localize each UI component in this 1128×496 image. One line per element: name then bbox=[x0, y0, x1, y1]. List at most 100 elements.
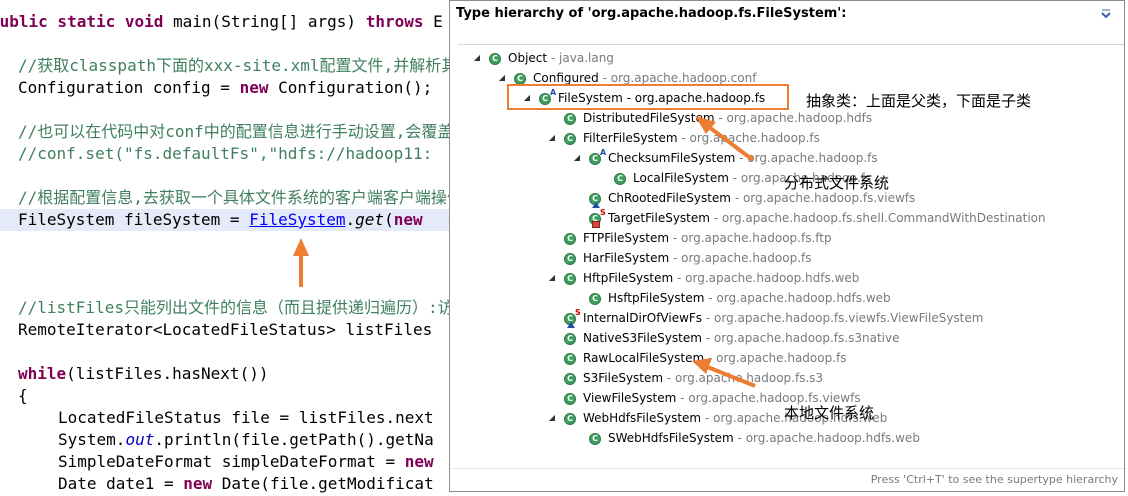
code-keyword: new bbox=[404, 452, 434, 471]
code-comment: //listFiles只能列出文件的信息（而且提供递归遍历）:访问 bbox=[18, 298, 470, 317]
package-visibility-icon bbox=[592, 201, 600, 208]
class-name: HftpFileSystem bbox=[583, 271, 674, 285]
class-icon bbox=[613, 172, 627, 186]
code-text: main(String[] args) bbox=[163, 12, 366, 31]
package-name: - org.apache.hadoop.fs.viewfs.ViewFileSy… bbox=[702, 311, 984, 325]
class-name: FTPFileSystem bbox=[583, 231, 670, 245]
package-name: - java.lang bbox=[547, 51, 614, 65]
class-name: ChecksumFileSystem bbox=[608, 151, 736, 165]
class-name: Object bbox=[508, 51, 548, 65]
code-method: get bbox=[355, 210, 385, 229]
package-name: - org.apache.hadoop.hdfs bbox=[714, 111, 873, 125]
class-icon bbox=[563, 232, 577, 246]
package-name: - org.apache.hadoop.fs.viewfs bbox=[731, 191, 916, 205]
code-text: Configuration(); bbox=[268, 78, 433, 97]
expand-arrow-icon[interactable]: ◢ bbox=[497, 73, 507, 83]
class-name: HarFileSystem bbox=[583, 251, 670, 265]
package-name: - org.apache.hadoop.fs.ftp bbox=[669, 231, 832, 245]
class-icon bbox=[488, 52, 502, 66]
expand-arrow-icon[interactable]: ◢ bbox=[547, 273, 557, 283]
tree-node[interactable]: S3FileSystem - org.apache.hadoop.fs.s3 bbox=[563, 369, 823, 387]
tree-node[interactable]: SWebHdfsFileSystem - org.apache.hadoop.h… bbox=[588, 429, 920, 447]
expand-arrow-icon[interactable]: ◢ bbox=[572, 153, 582, 163]
code-line: LocatedFileStatus file = listFiles.next bbox=[58, 408, 434, 427]
tree-node[interactable]: FTPFileSystem - org.apache.hadoop.fs.ftp bbox=[563, 229, 832, 247]
code-comment: //获取classpath下面的xxx-site.xml配置文件,并解析其 bbox=[18, 56, 458, 75]
class-name: WebHdfsFileSystem bbox=[583, 411, 702, 425]
chevron-down-icon[interactable] bbox=[1098, 7, 1114, 21]
class-name: DistributedFileSystem bbox=[583, 111, 715, 125]
class-name: InternalDirOfViewFs bbox=[583, 311, 703, 325]
package-visibility-icon bbox=[567, 321, 575, 328]
highlight-box bbox=[507, 84, 789, 110]
code-comment: //也可以在代码中对conf中的配置信息进行手动设置,会覆盖掉 bbox=[18, 122, 470, 141]
class-icon bbox=[563, 352, 577, 366]
class-icon bbox=[563, 112, 577, 126]
package-name: - org.apache.hadoop.hdfs.web bbox=[733, 431, 920, 445]
code-text: Date date1 = bbox=[58, 474, 184, 493]
code-line: while(listFiles.hasNext()) bbox=[18, 363, 268, 385]
package-name: - org.apache.hadoop.fs.s3native bbox=[701, 331, 900, 345]
tree-node[interactable]: ◢ FilterFileSystem - org.apache.hadoop.fs bbox=[549, 129, 820, 147]
class-name: HsftpFileSystem bbox=[608, 291, 705, 305]
expand-arrow-icon[interactable]: ◢ bbox=[547, 413, 557, 423]
code-text: (listFiles.hasNext()) bbox=[66, 364, 269, 383]
code-line: SimpleDateFormat simpleDateFormat = new bbox=[58, 451, 434, 473]
code-editor[interactable]: public static void main(String[] args) t… bbox=[0, 0, 479, 496]
class-icon bbox=[588, 292, 602, 306]
tree-node[interactable]: HarFileSystem - org.apache.hadoop.fs bbox=[563, 249, 812, 267]
package-name: - org.apache.hadoop.fs bbox=[677, 131, 820, 145]
code-line: { bbox=[18, 386, 28, 405]
tree-node[interactable]: STargetFileSystem - org.apache.hadoop.fs… bbox=[588, 207, 1046, 228]
tree-node[interactable]: HsftpFileSystem - org.apache.hadoop.hdfs… bbox=[588, 289, 891, 307]
code-comment: //conf.set("fs.defaultFs","hdfs://hadoop… bbox=[18, 144, 433, 163]
code-text: E bbox=[423, 12, 443, 31]
static-marker: S bbox=[600, 207, 606, 217]
package-name: - org.apache.hadoop.fs.s3 bbox=[663, 371, 824, 385]
static-marker: S bbox=[575, 307, 581, 317]
code-line: Configuration config = new Configuration… bbox=[18, 77, 432, 99]
class-name: Configured bbox=[533, 71, 599, 85]
class-name: FilterFileSystem bbox=[583, 131, 678, 145]
filesystem-link[interactable]: FileSystem bbox=[249, 210, 345, 229]
class-icon bbox=[563, 132, 577, 146]
code-text: SimpleDateFormat simpleDateFormat = bbox=[58, 452, 405, 471]
tree-node[interactable]: ◢ HftpFileSystem - org.apache.hadoop.hdfs… bbox=[549, 269, 859, 287]
class-icon bbox=[563, 332, 577, 346]
code-text: . bbox=[345, 210, 356, 229]
tree-node[interactable]: NativeS3FileSystem - org.apache.hadoop.f… bbox=[563, 329, 899, 347]
expand-arrow-icon[interactable]: ◢ bbox=[472, 53, 482, 63]
tree-node[interactable]: ◢ Object - java.lang bbox=[474, 49, 614, 67]
package-name: - org.apache.hadoop.fs bbox=[669, 251, 812, 265]
tree-node[interactable]: ◢ AChecksumFileSystem - org.apache.hadoop… bbox=[574, 148, 878, 167]
class-icon bbox=[563, 372, 577, 386]
class-icon: S bbox=[563, 308, 581, 328]
code-line-current: FileSystem fileSystem = FileSystem.get(n… bbox=[0, 209, 460, 231]
package-name: - org.apache.hadoop.fs.shell.CommandWith… bbox=[709, 211, 1046, 225]
footer-hint: Press 'Ctrl+T' to see the supertype hier… bbox=[870, 473, 1118, 486]
class-name: SWebHdfsFileSystem bbox=[608, 431, 734, 445]
code-text: Date(file.getModificat bbox=[212, 474, 434, 493]
tree-node[interactable]: RawLocalFileSystem - org.apache.hadoop.f… bbox=[563, 349, 847, 367]
popup-footer: Press 'Ctrl+T' to see the supertype hier… bbox=[450, 468, 1124, 491]
code-line: public static void main(String[] args) t… bbox=[0, 11, 443, 33]
class-name: ViewFileSystem bbox=[583, 391, 677, 405]
package-name: - org.apache.hadoop.fs bbox=[735, 151, 878, 165]
tree-node[interactable]: SInternalDirOfViewFs - org.apache.hadoop… bbox=[563, 308, 984, 328]
code-keyword: while bbox=[18, 364, 67, 383]
expand-arrow-icon[interactable]: ◢ bbox=[547, 133, 557, 143]
tree-node[interactable]: DistributedFileSystem - org.apache.hadoo… bbox=[563, 109, 872, 127]
code-text: System. bbox=[58, 430, 126, 449]
abstract-note: 抽象类：上面是父类，下面是子类 bbox=[806, 92, 1032, 110]
code-keyword: new bbox=[393, 210, 423, 229]
package-name: - org.apache.hadoop.fs bbox=[704, 351, 847, 365]
class-icon bbox=[563, 392, 577, 406]
class-icon bbox=[588, 432, 602, 446]
popup-title: Type hierarchy of 'org.apache.hadoop.fs.… bbox=[456, 6, 847, 21]
class-icon bbox=[563, 412, 577, 426]
class-icon bbox=[563, 252, 577, 266]
class-name: S3FileSystem bbox=[583, 371, 664, 385]
code-line: Date date1 = new Date(file.getModificat bbox=[58, 473, 434, 495]
class-name: TargetFileSystem bbox=[608, 211, 710, 225]
class-icon bbox=[588, 192, 602, 208]
